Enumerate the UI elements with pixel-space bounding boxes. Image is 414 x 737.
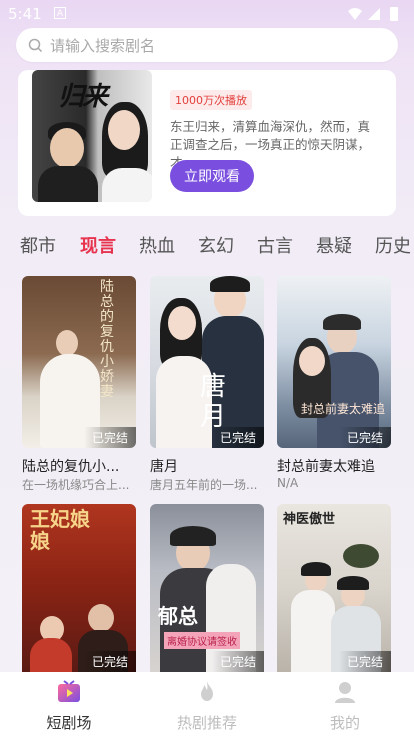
tab-rexue[interactable]: 热血	[139, 232, 175, 258]
status-bar: 5:41 A	[0, 0, 414, 28]
poster-text: 神医傲世	[283, 512, 336, 527]
watch-now-button[interactable]: 立即观看	[170, 160, 254, 192]
drama-title: 陆总的复仇小...	[22, 459, 120, 475]
drama-poster[interactable]: 唐月 已完结	[150, 276, 264, 448]
status-badge: 已完结	[338, 427, 391, 448]
tab-xianyan[interactable]: 现言	[80, 232, 116, 258]
search-icon	[28, 38, 43, 53]
drama-poster[interactable]: 神医傲世 已完结	[277, 504, 391, 672]
tab-xuanyi[interactable]: 悬疑	[316, 232, 352, 258]
flame-icon	[201, 681, 213, 701]
drama-title: 封总前妻太难追	[277, 459, 375, 475]
drama-subtitle: 唐月五年前的一场...	[150, 478, 258, 492]
poster-text: 陆总的复仇小娇妻	[100, 279, 114, 400]
bottom-nav: 短剧场 热剧推荐 我的	[0, 672, 414, 737]
nav-item-trending[interactable]: 热剧推荐	[138, 672, 276, 737]
drama-title: 唐月	[150, 459, 178, 475]
notification-icon: A	[54, 7, 66, 19]
status-badge: 已完结	[83, 427, 136, 448]
tab-xuanhuan[interactable]: 玄幻	[198, 232, 234, 258]
battery-icon	[390, 7, 398, 21]
drama-poster[interactable]: 封总前妻太难追 已完结	[277, 276, 391, 448]
search-bar[interactable]	[16, 28, 398, 64]
drama-subtitle: N/A	[277, 476, 299, 490]
status-badge: 已完结	[211, 427, 264, 448]
nav-label: 短剧场	[46, 714, 92, 732]
drama-poster[interactable]: 郁总 离婚协议请签收 已完结	[150, 504, 264, 672]
poster-text: 封总前妻太难追	[301, 402, 386, 416]
featured-poster[interactable]: 归来	[32, 70, 152, 202]
play-count-badge: 1000万次播放	[170, 90, 252, 110]
category-tabs: 都市 现言 热血 玄幻 古言 悬疑 历史	[0, 228, 414, 260]
drama-poster[interactable]: 王妃娘娘 已完结	[22, 504, 136, 672]
status-badge: 已完结	[338, 651, 391, 672]
status-icons	[346, 6, 406, 26]
tab-dushi[interactable]: 都市	[20, 232, 56, 258]
nav-item-drama[interactable]: 短剧场	[0, 672, 138, 737]
tab-lishi[interactable]: 历史	[375, 232, 411, 258]
nav-label: 热剧推荐	[176, 714, 237, 732]
nav-item-profile[interactable]: 我的	[276, 672, 414, 737]
status-badge: 已完结	[83, 651, 136, 672]
tv-icon	[58, 680, 80, 702]
status-time: 5:41	[8, 5, 42, 23]
featured-poster-title: 归来	[58, 82, 108, 112]
poster-text: 唐月	[200, 372, 227, 432]
search-input[interactable]	[48, 28, 372, 64]
drama-poster[interactable]: 陆总的复仇小娇妻 已完结	[22, 276, 136, 448]
featured-card[interactable]: 归来 1000万次播放 东王归来，清算血海深仇，然而，真正调查之后，一场真正的惊…	[18, 70, 396, 216]
poster-text: 王妃娘娘	[30, 507, 90, 553]
user-icon	[335, 682, 355, 703]
signal-icon	[368, 8, 380, 20]
poster-text: 郁总	[158, 604, 198, 628]
drama-subtitle: 在一场机缘巧合上...	[22, 478, 130, 492]
status-badge: 已完结	[211, 651, 264, 672]
tab-guyan[interactable]: 古言	[257, 232, 293, 258]
poster-text: 离婚协议请签收	[164, 632, 240, 649]
wifi-icon	[348, 8, 362, 20]
nav-label: 我的	[329, 714, 360, 732]
